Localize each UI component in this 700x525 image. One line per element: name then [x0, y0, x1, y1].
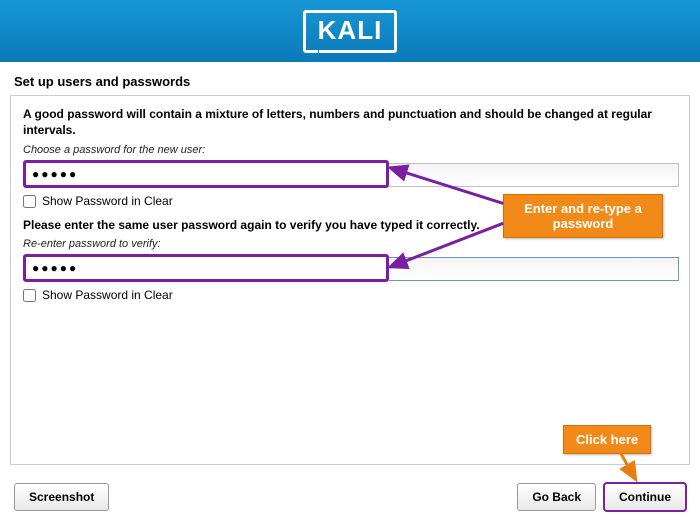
go-back-button[interactable]: Go Back — [517, 483, 596, 511]
callout-password-l2: password — [553, 216, 614, 231]
header-banner: KALI — [0, 0, 700, 62]
callout-password-l1: Enter and re-type a — [524, 201, 642, 216]
callout-password: Enter and re-type a password — [503, 194, 663, 238]
password-input-remainder[interactable] — [389, 163, 679, 187]
callout-click-here: Click here — [563, 425, 651, 454]
show-verify-password-checkbox[interactable] — [23, 289, 36, 302]
show-password-label: Show Password in Clear — [42, 194, 173, 208]
password-highlight — [23, 160, 389, 188]
choose-password-caption: Choose a password for the new user: — [23, 144, 677, 156]
footer-bar: Screenshot Go Back Continue — [0, 471, 700, 525]
page-title: Set up users and passwords — [0, 62, 700, 95]
screenshot-button[interactable]: Screenshot — [14, 483, 109, 511]
show-password-checkbox[interactable] — [23, 195, 36, 208]
verify-password-input-remainder[interactable] — [389, 257, 679, 281]
main-panel: A good password will contain a mixture o… — [10, 95, 690, 465]
verify-password-highlight — [23, 254, 389, 282]
password-input[interactable] — [26, 163, 386, 185]
verify-password-input[interactable] — [26, 257, 386, 279]
show-verify-password-label: Show Password in Clear — [42, 288, 173, 302]
reenter-caption: Re-enter password to verify: — [23, 238, 677, 250]
continue-button[interactable]: Continue — [604, 483, 686, 511]
kali-logo: KALI — [303, 10, 398, 53]
intro-text: A good password will contain a mixture o… — [23, 106, 677, 138]
